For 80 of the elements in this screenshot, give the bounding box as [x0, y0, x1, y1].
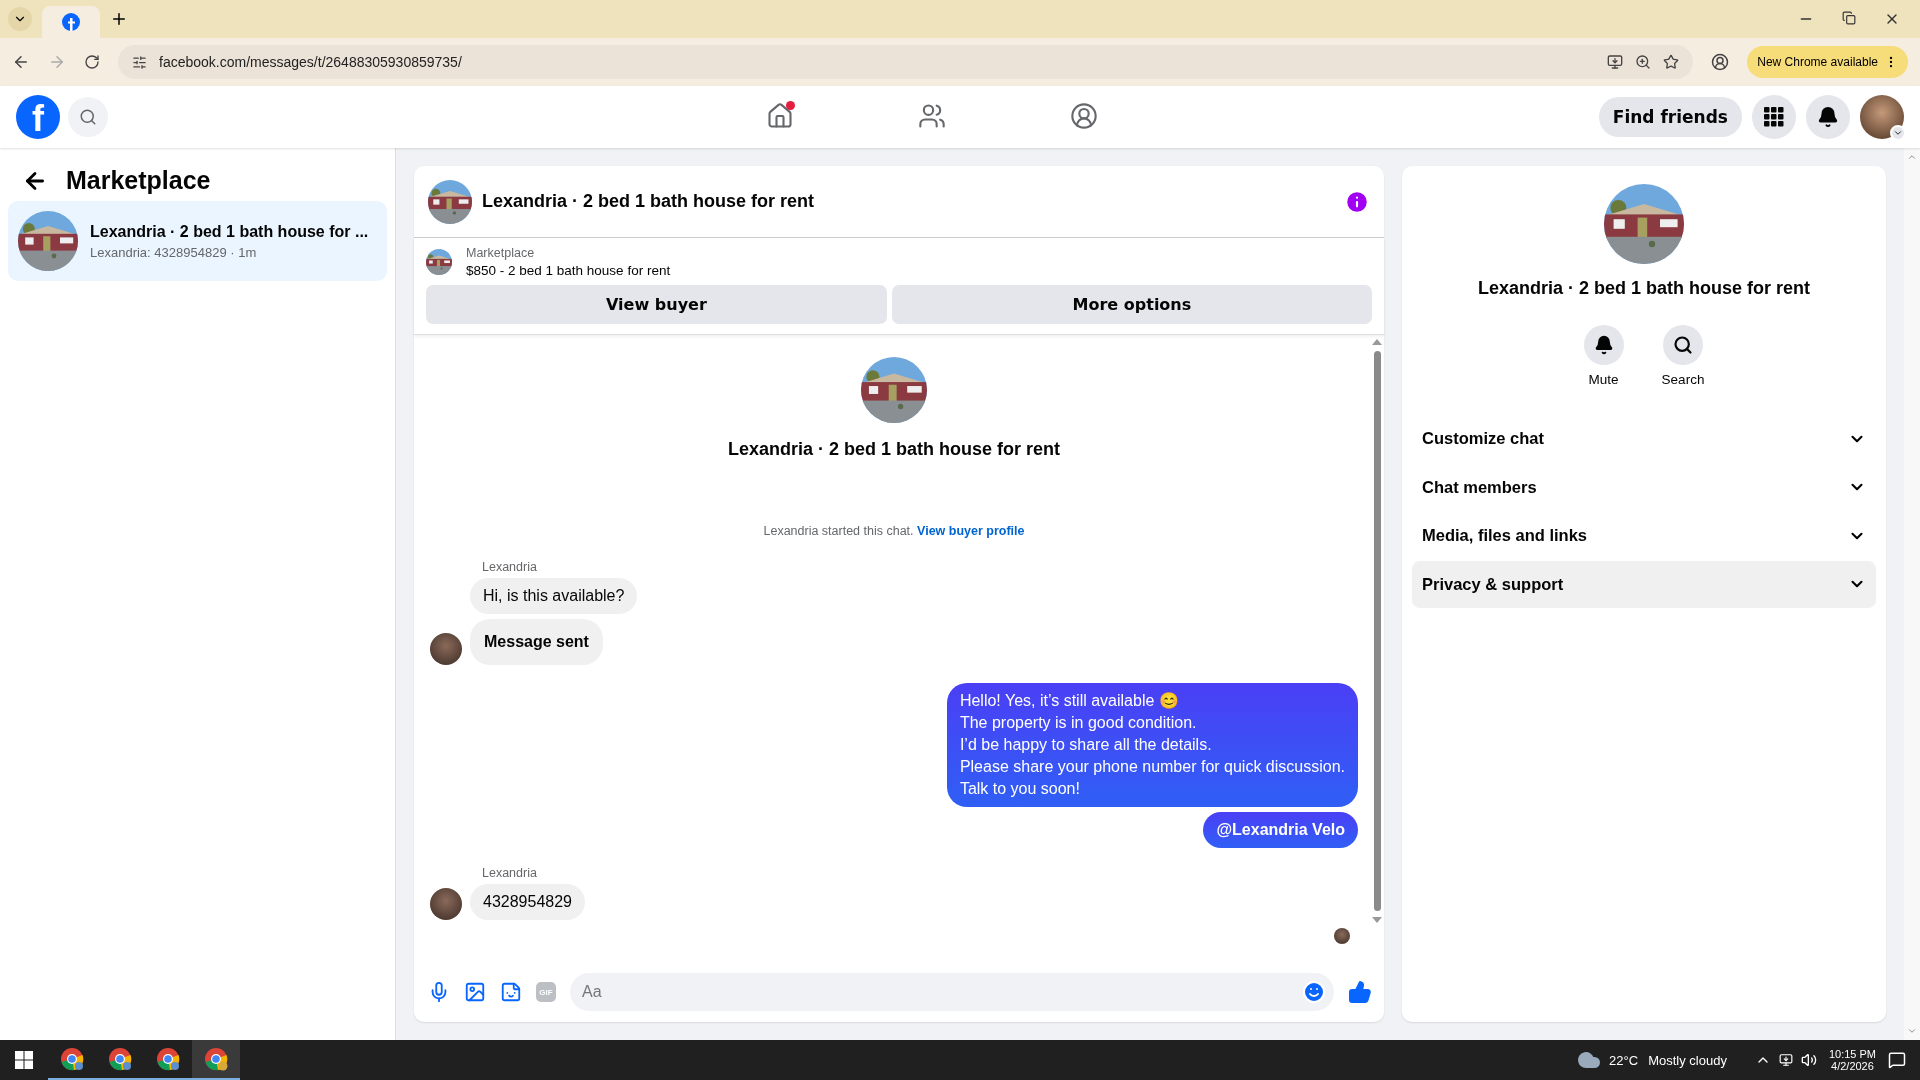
site-settings-icon[interactable]	[132, 54, 147, 70]
friends-icon	[918, 101, 946, 130]
temperature: 22°C	[1609, 1052, 1639, 1068]
scrollbar-thumb[interactable]	[1373, 351, 1381, 911]
new-tab-icon[interactable]	[110, 10, 128, 28]
message-bubble: 4328954829	[470, 884, 585, 920]
address-bar[interactable]: facebook.com/messages/t/26488305930859735/	[118, 45, 1694, 79]
details-section[interactable]: Chat members	[1412, 463, 1876, 511]
buyer-profile-link[interactable]: View buyer profile	[917, 524, 1025, 538]
mute-button[interactable]	[1583, 325, 1624, 365]
conversation-title: Lexandria · 2 bed 1 bath house for ...	[90, 222, 369, 241]
chat-start-notice: Lexandria started this chat. View buyer profile	[762, 524, 1026, 538]
chat-title: Lexandria · 2 bed 1 bath house for rent	[482, 191, 816, 212]
profile-avatar[interactable]	[1860, 95, 1904, 139]
notification-center-icon[interactable]	[1888, 1051, 1906, 1069]
message-bubble: @Lexandria Velo	[1203, 812, 1358, 848]
intro-title: Lexandria · 2 bed 1 bath house for rent	[727, 439, 1061, 460]
bookmark-star-icon[interactable]	[1663, 54, 1680, 70]
details-section[interactable]: Privacy & support	[1412, 560, 1876, 608]
image-icon[interactable]	[464, 981, 486, 1003]
install-icon[interactable]	[1607, 54, 1624, 70]
message-bubble: Message sent	[470, 619, 603, 665]
listing-text: $850 - 2 bed 1 bath house for rent	[466, 263, 671, 278]
conversation-item[interactable]: Lexandria · 2 bed 1 bath house for ... Lexandria: 4328954829 · 1m	[8, 201, 387, 281]
chrome-icon[interactable]	[204, 1047, 228, 1071]
start-icon[interactable]	[15, 1051, 33, 1069]
action-button[interactable]: More options	[891, 285, 1372, 324]
action-label: Search	[1661, 372, 1705, 387]
browser-tab[interactable]	[42, 6, 100, 38]
notifications-button[interactable]	[1806, 95, 1850, 139]
listing-label: Marketplace	[466, 246, 536, 260]
message-input[interactable]: Aa	[570, 973, 1334, 1011]
zoom-icon[interactable]	[1635, 54, 1652, 70]
search-button[interactable]	[1663, 325, 1703, 365]
action-label: Mute	[1588, 372, 1619, 387]
home-icon	[766, 101, 794, 130]
sender-name: Lexandria	[481, 560, 537, 574]
details-title: Lexandria · 2 bed 1 bath house for rent	[1477, 278, 1811, 299]
scroll-down-icon[interactable]	[1372, 917, 1382, 923]
tab-list-button[interactable]	[8, 7, 32, 31]
chrome-icon[interactable]	[108, 1047, 132, 1071]
chrome-icon[interactable]	[156, 1047, 180, 1071]
network-icon[interactable]	[1778, 1053, 1793, 1067]
back-icon[interactable]	[12, 53, 30, 71]
clock-date: 4/2/2026	[1831, 1060, 1874, 1072]
bell-icon	[1817, 106, 1839, 128]
update-button[interactable]: New Chrome available	[1747, 46, 1908, 78]
volume-icon[interactable]	[1800, 1052, 1817, 1068]
find-friends-button[interactable]: Find friends	[1598, 97, 1742, 137]
read-receipt-avatar	[1334, 928, 1350, 944]
like-icon[interactable]	[1348, 980, 1372, 1004]
bell-icon	[1593, 335, 1614, 355]
sender-avatar	[430, 888, 462, 920]
chrome-icon[interactable]	[60, 1047, 84, 1071]
account-menu-badge[interactable]	[1890, 125, 1906, 141]
profile-icon[interactable]	[1711, 53, 1730, 71]
taskbar-app[interactable]	[192, 1040, 240, 1080]
conversation-preview: Lexandria: 4328954829 · 1m	[90, 244, 258, 260]
message-bubble: Hello! Yes, it’s still available 😊 The property is in good condition. I’d be happy to share all the details. Please share your phone number for quick discussion. Talk to you soon!	[946, 683, 1358, 807]
facebook-favicon-icon	[62, 13, 80, 31]
details-section[interactable]: Customize chat	[1412, 415, 1876, 462]
search-icon	[1673, 335, 1693, 355]
grid-icon	[1764, 107, 1784, 127]
clock-time: 10:15 PM	[1828, 1048, 1876, 1060]
sender-avatar	[430, 633, 462, 665]
sticker-icon[interactable]	[500, 981, 522, 1003]
sidebar-title: Marketplace	[66, 166, 211, 195]
search-icon	[79, 108, 97, 126]
url-text: facebook.com/messages/t/26488305930859735/	[159, 54, 462, 70]
details-section[interactable]: Media, files and links	[1412, 512, 1876, 559]
menu-button[interactable]	[1752, 95, 1796, 139]
action-button[interactable]: View buyer	[426, 285, 887, 324]
weather-text: Mostly cloudy	[1648, 1052, 1727, 1068]
facebook-logo[interactable]: f	[16, 95, 60, 139]
message-bubble: Hi, is this available?	[470, 578, 638, 614]
restore-icon[interactable]	[1842, 11, 1856, 25]
sender-name: Lexandria	[481, 866, 537, 880]
groups-icon	[1070, 101, 1098, 130]
reload-icon[interactable]	[84, 54, 100, 70]
scroll-up-icon[interactable]	[1372, 339, 1382, 345]
